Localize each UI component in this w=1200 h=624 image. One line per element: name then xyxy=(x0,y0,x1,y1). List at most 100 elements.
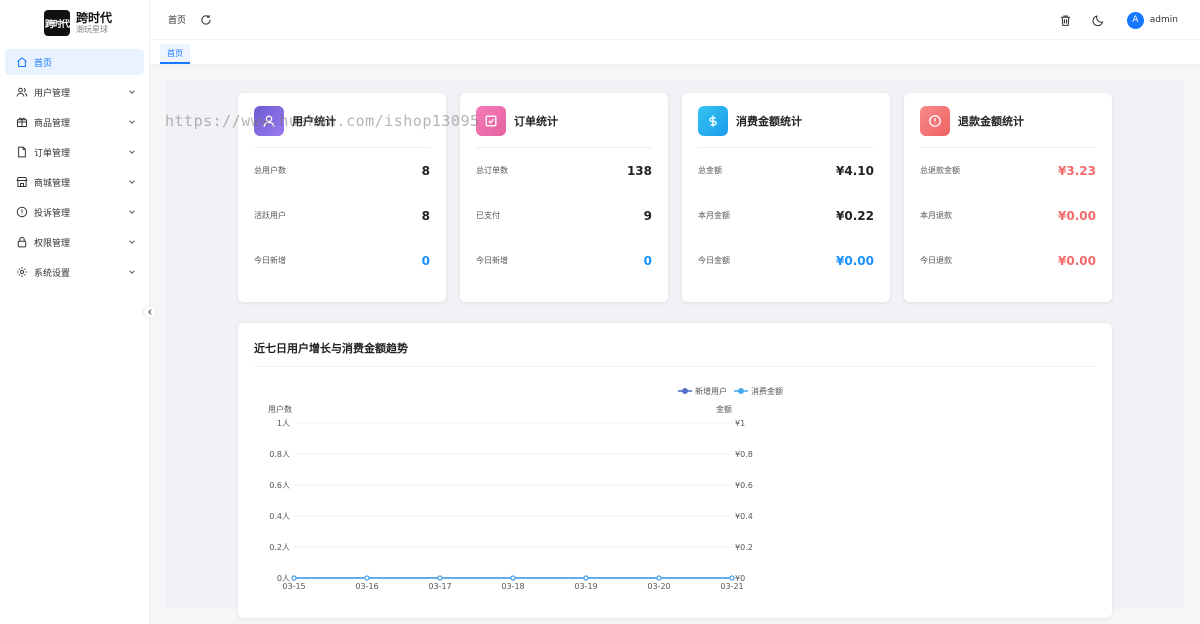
sidebar-item-label: 商城管理 xyxy=(34,178,71,189)
data-point xyxy=(291,575,297,581)
chevron-down-icon xyxy=(129,120,135,124)
y-right-tick-label: ¥0.6 xyxy=(735,481,753,490)
avatar[interactable]: A xyxy=(1126,11,1144,29)
trend-chart: 0人 ¥00.2人 ¥0.20.4人 ¥0.40.6人 ¥0.60.8人 ¥0.81人 ¥1… xyxy=(268,386,783,591)
legend-label: 新增用户 xyxy=(695,386,727,396)
chevron-down-icon xyxy=(129,180,135,184)
app-subtitle: 潮玩星球 xyxy=(76,25,108,35)
chevron-down-icon xyxy=(129,90,135,94)
x-tick-label: 03-15 xyxy=(282,582,305,591)
chevron-down-icon xyxy=(129,240,135,244)
sidebar-item-label: 投诉管理 xyxy=(34,208,71,219)
y-right-tick-label: ¥1 xyxy=(735,419,745,428)
chevron-down-icon xyxy=(129,150,135,154)
y-left-tick-label: 0.4人 xyxy=(269,512,290,521)
sidebar: 跨时代 跨时代 潮玩星球 首页 用户管理 商品管理 订单管理 商城管理 投诉管理… xyxy=(0,0,150,624)
app-title: 跨时代 xyxy=(76,10,113,25)
y-left-tick-label: 0.6人 xyxy=(269,481,290,490)
lock-icon xyxy=(16,236,28,248)
y-right-axis-label: 金额 xyxy=(716,404,732,414)
stat-value: ¥0.00 xyxy=(1058,208,1096,223)
stat-label: 已支付 xyxy=(476,211,500,220)
stat-value: ¥0.00 xyxy=(836,253,874,268)
stat-value: 0 xyxy=(643,253,652,268)
logo-mark: 跨时代 xyxy=(44,10,70,36)
tab-bar: 首页 xyxy=(150,40,1200,65)
stat-label: 本月退款 xyxy=(920,211,952,220)
card-refund-stats: 退款金额统计 总退款金额 ¥3.23 本月退款 ¥0.00 今日退款 ¥0.00 xyxy=(904,93,1112,302)
top-header: 首页 A admin xyxy=(150,0,1200,40)
legend-marker xyxy=(738,388,744,394)
stat-value: ¥0.22 xyxy=(836,208,874,223)
moon-icon[interactable] xyxy=(1092,14,1105,27)
sidebar-item-shop[interactable]: 商城管理 xyxy=(5,169,144,195)
users-icon xyxy=(16,86,28,98)
order-icon xyxy=(16,146,28,158)
sidebar-item-label: 订单管理 xyxy=(34,148,71,159)
stat-label: 今日新增 xyxy=(254,256,286,265)
chart-card: 近七日用户增长与消费金额趋势 0人 ¥0 0.2人 ¥0.2 0.4人 ¥0.4 0.6人 ¥… xyxy=(238,323,1112,618)
x-tick-label: 03-21 xyxy=(720,582,743,591)
sidebar-item-permissions[interactable]: 权限管理 xyxy=(5,229,144,255)
card-title: 消费金额统计 xyxy=(736,115,802,128)
stat-label: 活跃用户 xyxy=(254,211,286,220)
gear-icon xyxy=(16,266,28,278)
stat-value: 138 xyxy=(626,163,652,178)
sidebar-item-home[interactable]: 首页 xyxy=(5,49,144,75)
breadcrumb[interactable]: 首页 xyxy=(168,13,186,26)
sidebar-collapse-button[interactable] xyxy=(143,305,157,319)
y-left-tick-label: 1人 xyxy=(277,419,290,428)
stat-value: ¥4.10 xyxy=(836,163,874,178)
tab-home[interactable]: 首页 xyxy=(160,44,190,64)
sidebar-item-label: 商品管理 xyxy=(34,118,71,129)
y-left-axis-label: 用户数 xyxy=(268,404,292,414)
stat-label: 总退款金额 xyxy=(920,166,960,175)
data-point xyxy=(583,575,589,581)
goods-icon xyxy=(16,116,28,128)
alert-icon xyxy=(920,106,950,136)
sidebar-item-orders[interactable]: 订单管理 xyxy=(5,139,144,165)
refresh-icon[interactable] xyxy=(200,14,212,26)
sidebar-item-label: 系统设置 xyxy=(34,268,71,279)
sidebar-item-users[interactable]: 用户管理 xyxy=(5,79,144,105)
x-tick-label: 03-18 xyxy=(501,582,524,591)
shop-icon xyxy=(16,176,28,188)
data-point xyxy=(510,575,516,581)
x-tick-label: 03-19 xyxy=(574,582,597,591)
stat-value: 0 xyxy=(421,253,430,268)
stat-value: ¥0.00 xyxy=(1058,253,1096,268)
y-right-tick-label: ¥0.2 xyxy=(735,543,753,552)
sidebar-menu: 首页 用户管理 商品管理 订单管理 商城管理 投诉管理 权限管理 系统设置 xyxy=(0,49,149,285)
data-point xyxy=(656,575,662,581)
stat-label: 总订单数 xyxy=(476,166,508,175)
trash-icon[interactable] xyxy=(1059,14,1072,27)
chevron-left-icon xyxy=(148,309,152,315)
y-left-tick-label: 0.2人 xyxy=(269,543,290,552)
order-check-icon xyxy=(476,106,506,136)
logo[interactable]: 跨时代 跨时代 潮玩星球 xyxy=(0,2,149,44)
sidebar-item-label: 权限管理 xyxy=(34,238,71,249)
sidebar-item-label: 首页 xyxy=(34,58,53,69)
legend-label: 消费金额 xyxy=(751,386,783,396)
legend-marker xyxy=(682,388,688,394)
stat-label: 本月金额 xyxy=(698,211,730,220)
sidebar-item-complaints[interactable]: 投诉管理 xyxy=(5,199,144,225)
data-point xyxy=(437,575,443,581)
complaint-icon xyxy=(16,206,28,218)
home-icon xyxy=(16,56,28,68)
username[interactable]: admin xyxy=(1150,15,1178,25)
card-spend-stats: 消费金额统计 总金额 ¥4.10 本月金额 ¥0.22 今日金额 ¥0.00 xyxy=(682,93,890,302)
stat-label: 今日金额 xyxy=(698,256,730,265)
chevron-down-icon xyxy=(129,270,135,274)
chevron-down-icon xyxy=(129,210,135,214)
stat-label: 总金额 xyxy=(698,166,722,175)
card-title: 订单统计 xyxy=(514,115,558,128)
stat-label: 今日退款 xyxy=(920,256,952,265)
y-right-tick-label: ¥0.4 xyxy=(735,512,753,521)
x-tick-label: 03-16 xyxy=(355,582,378,591)
stat-label: 今日新增 xyxy=(476,256,508,265)
y-left-tick-label: 0.8人 xyxy=(269,450,290,459)
y-right-tick-label: ¥0.8 xyxy=(735,450,753,459)
sidebar-item-goods[interactable]: 商品管理 xyxy=(5,109,144,135)
sidebar-item-settings[interactable]: 系统设置 xyxy=(5,259,144,285)
